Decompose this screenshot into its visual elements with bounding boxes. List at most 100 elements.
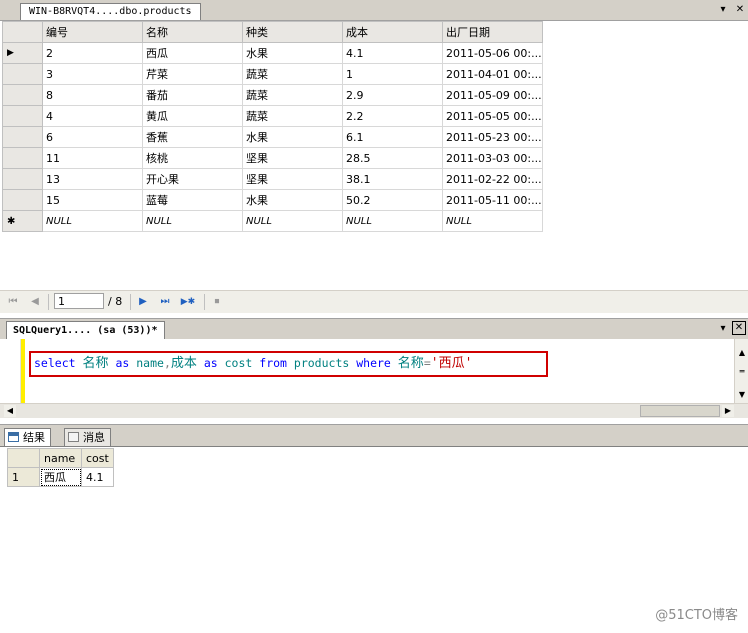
null-cell[interactable]: NULL <box>242 210 343 232</box>
cell-category[interactable]: 水果 <box>242 42 343 64</box>
cell-cost[interactable]: 4.1 <box>342 42 443 64</box>
cell-name[interactable]: 核桃 <box>142 147 243 169</box>
cell-category[interactable]: 坚果 <box>242 147 343 169</box>
column-header-category[interactable]: 种类 <box>242 21 343 43</box>
new-row[interactable]: ✱ NULL NULL NULL NULL NULL <box>2 210 543 232</box>
grid-corner[interactable] <box>2 21 43 43</box>
cell-id[interactable]: 6 <box>42 126 143 148</box>
cell-category[interactable]: 蔬菜 <box>242 84 343 106</box>
tab-list-dropdown-icon[interactable]: ▾ <box>716 3 730 17</box>
result-cell[interactable]: 西瓜 <box>39 467 82 487</box>
row-number[interactable]: 1 <box>7 467 40 487</box>
column-header-cost[interactable]: cost <box>81 448 114 468</box>
new-row-selector[interactable]: ✱ <box>2 210 43 232</box>
cell-id[interactable]: 11 <box>42 147 143 169</box>
tab-table-products[interactable]: WIN-B8RVQT4....dbo.products <box>20 3 201 20</box>
tab-results[interactable]: 结果 <box>4 428 51 448</box>
results-grid[interactable]: name cost 1 西瓜 4.1 <box>7 448 114 487</box>
cell-date[interactable]: 2011-05-05 00:... <box>442 105 543 127</box>
cell-date[interactable]: 2011-05-11 00:... <box>442 189 543 211</box>
cell-name[interactable]: 黄瓜 <box>142 105 243 127</box>
cell-date[interactable]: 2011-03-03 00:... <box>442 147 543 169</box>
cell-name[interactable]: 开心果 <box>142 168 243 190</box>
cell-id[interactable]: 15 <box>42 189 143 211</box>
cell-name[interactable]: 蓝莓 <box>142 189 243 211</box>
cell-date[interactable]: 2011-05-06 00:... <box>442 42 543 64</box>
row-selector[interactable]: ▶ <box>2 42 43 64</box>
table-row[interactable]: ▶ 2 西瓜 水果 4.1 2011-05-06 00:... <box>2 42 543 64</box>
previous-record-icon[interactable]: ◀ <box>28 295 42 309</box>
cell-name[interactable]: 番茄 <box>142 84 243 106</box>
null-cell[interactable]: NULL <box>342 210 443 232</box>
cell-cost[interactable]: 50.2 <box>342 189 443 211</box>
scroll-right-icon[interactable]: ▶ <box>722 405 734 417</box>
row-selector[interactable] <box>2 168 43 190</box>
cell-category[interactable]: 蔬菜 <box>242 63 343 85</box>
cell-date[interactable]: 2011-05-09 00:... <box>442 84 543 106</box>
cell-cost[interactable]: 2.2 <box>342 105 443 127</box>
new-record-icon[interactable]: ▶✱ <box>178 295 198 309</box>
column-header-date[interactable]: 出厂日期 <box>442 21 543 43</box>
null-cell[interactable]: NULL <box>42 210 143 232</box>
editor-vertical-scrollbar[interactable]: ▲ ═ ▼ <box>734 339 748 403</box>
result-cell[interactable]: 4.1 <box>81 467 114 487</box>
table-row[interactable]: 13 开心果 坚果 38.1 2011-02-22 00:... <box>2 168 543 190</box>
current-record-input[interactable]: 1 <box>54 293 104 309</box>
first-record-icon[interactable]: ⏮ <box>6 295 20 309</box>
cell-cost[interactable]: 1 <box>342 63 443 85</box>
stop-icon[interactable]: ⏹ <box>210 295 224 309</box>
cell-id[interactable]: 8 <box>42 84 143 106</box>
null-cell[interactable]: NULL <box>442 210 543 232</box>
tab-list-dropdown-icon[interactable]: ▾ <box>716 322 730 336</box>
table-row[interactable]: 15 蓝莓 水果 50.2 2011-05-11 00:... <box>2 189 543 211</box>
cell-date[interactable]: 2011-05-23 00:... <box>442 126 543 148</box>
cell-category[interactable]: 水果 <box>242 189 343 211</box>
scroll-up-icon[interactable]: ▲ <box>736 347 748 359</box>
cell-category[interactable]: 水果 <box>242 126 343 148</box>
tab-sql-query[interactable]: SQLQuery1.... (sa (53))* <box>6 321 165 339</box>
row-selector[interactable] <box>2 147 43 169</box>
table-row[interactable]: 8 番茄 蔬菜 2.9 2011-05-09 00:... <box>2 84 543 106</box>
results-row[interactable]: 1 西瓜 4.1 <box>7 467 114 487</box>
cell-date[interactable]: 2011-02-22 00:... <box>442 168 543 190</box>
column-header-name[interactable]: 名称 <box>142 21 243 43</box>
column-header-cost[interactable]: 成本 <box>342 21 443 43</box>
table-row[interactable]: 6 香蕉 水果 6.1 2011-05-23 00:... <box>2 126 543 148</box>
cell-id[interactable]: 4 <box>42 105 143 127</box>
cell-cost[interactable]: 2.9 <box>342 84 443 106</box>
table-row[interactable]: 3 芹菜 蔬菜 1 2011-04-01 00:... <box>2 63 543 85</box>
column-header-name[interactable]: name <box>39 448 82 468</box>
cell-name[interactable]: 香蕉 <box>142 126 243 148</box>
cell-category[interactable]: 蔬菜 <box>242 105 343 127</box>
products-data-grid[interactable]: 编号 名称 种类 成本 出厂日期 ▶ 2 西瓜 水果 4.1 2011-05-06 00:… <box>2 21 543 232</box>
cell-cost[interactable]: 38.1 <box>342 168 443 190</box>
row-selector[interactable] <box>2 63 43 85</box>
cell-date[interactable]: 2011-04-01 00:... <box>442 63 543 85</box>
cell-id[interactable]: 13 <box>42 168 143 190</box>
row-selector[interactable] <box>2 126 43 148</box>
scroll-handle[interactable]: ═ <box>736 366 748 378</box>
cell-category[interactable]: 坚果 <box>242 168 343 190</box>
row-selector[interactable] <box>2 105 43 127</box>
close-tab-icon[interactable]: ✕ <box>733 3 747 17</box>
scroll-handle[interactable] <box>640 405 720 417</box>
table-row[interactable]: 11 核桃 坚果 28.5 2011-03-03 00:... <box>2 147 543 169</box>
row-selector[interactable] <box>2 189 43 211</box>
cell-name[interactable]: 西瓜 <box>142 42 243 64</box>
table-row[interactable]: 4 黄瓜 蔬菜 2.2 2011-05-05 00:... <box>2 105 543 127</box>
results-grid-corner[interactable] <box>7 448 40 468</box>
tab-messages[interactable]: 消息 <box>64 428 111 447</box>
cell-id[interactable]: 3 <box>42 63 143 85</box>
row-selector[interactable] <box>2 84 43 106</box>
column-header-id[interactable]: 编号 <box>42 21 143 43</box>
cell-name[interactable]: 芹菜 <box>142 63 243 85</box>
next-record-icon[interactable]: ▶ <box>136 295 150 309</box>
scroll-left-icon[interactable]: ◀ <box>4 405 16 417</box>
cell-cost[interactable]: 6.1 <box>342 126 443 148</box>
last-record-icon[interactable]: ⏭ <box>158 295 172 309</box>
editor-horizontal-scrollbar[interactable]: ◀ ▶ <box>0 403 748 418</box>
cell-cost[interactable]: 28.5 <box>342 147 443 169</box>
null-cell[interactable]: NULL <box>142 210 243 232</box>
close-tab-icon[interactable]: ✕ <box>732 321 746 335</box>
cell-id[interactable]: 2 <box>42 42 143 64</box>
